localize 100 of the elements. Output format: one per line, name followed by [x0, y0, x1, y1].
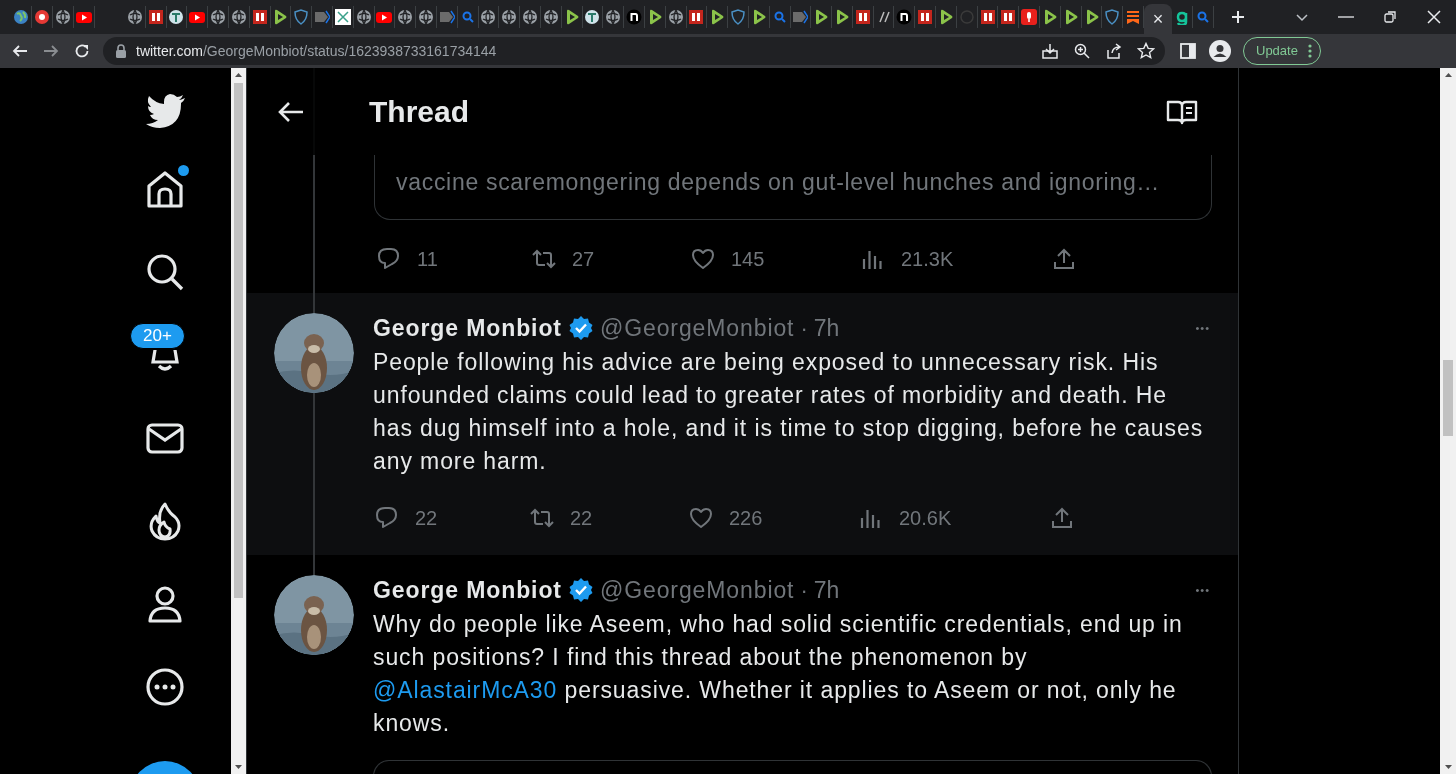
link-card[interactable]: vaccine scaremongering depends on gut-level hunches and ignoring…	[374, 155, 1212, 220]
browser-tab[interactable]	[686, 6, 708, 28]
logo-icon	[979, 9, 996, 25]
flower-icon	[34, 9, 50, 25]
browser-tab[interactable]	[332, 6, 354, 28]
browser-tab[interactable]	[894, 6, 916, 28]
action-count: 11	[417, 247, 438, 272]
faint-circle-icon	[958, 9, 975, 25]
page-title: Thread	[369, 94, 470, 130]
browser-tab[interactable]	[32, 6, 53, 28]
verified-badge-icon	[567, 577, 594, 603]
scroll-up-icon	[234, 71, 243, 80]
bookmark-icon	[1125, 9, 1142, 25]
browser-tab[interactable]	[499, 6, 521, 28]
separator-dot: ·	[800, 576, 808, 605]
tweet-time[interactable]: 7h	[813, 572, 840, 608]
nav-item[interactable]: 20+	[130, 323, 200, 375]
notification-badge: 20+	[130, 323, 185, 349]
person-icon	[145, 584, 185, 624]
action-count: 22	[415, 506, 438, 531]
minimize-icon	[1338, 16, 1354, 18]
logo-icon	[854, 9, 871, 25]
shield-icon	[730, 9, 746, 25]
new-tab-icon	[1229, 9, 1246, 25]
tag-icon	[314, 9, 331, 25]
back-arrow-icon	[277, 99, 305, 124]
globe-icon	[418, 9, 435, 25]
browser-tab[interactable]	[582, 6, 604, 28]
browser-tab[interactable]	[998, 6, 1020, 28]
home-icon	[145, 169, 185, 209]
browser-tab[interactable]	[416, 6, 437, 28]
zoom-icon	[1073, 42, 1091, 60]
tweet[interactable]	[247, 293, 1238, 555]
logo-icon	[147, 9, 164, 25]
author-handle[interactable]: @GeorgeMonbiot	[599, 572, 795, 608]
browser-tab[interactable]	[374, 6, 396, 28]
microphone-icon	[1021, 9, 1038, 25]
more-button[interactable]: •••	[1195, 581, 1210, 599]
tweet-text: People following his advice are being exposed to unnecessary risk. His unfounded claims could lead to greater rates of morbidity and death. He has dug himself into a hole, and it is time to stop digging, before he causes any more harm.	[373, 348, 1205, 476]
author-name[interactable]: George Monbiot	[373, 572, 562, 608]
browser-tab[interactable]: ×	[1144, 4, 1173, 34]
shield-icon	[293, 9, 310, 25]
profile-icon	[1209, 40, 1231, 62]
earth-icon	[13, 9, 29, 25]
tab-close-button[interactable]: ×	[1152, 10, 1164, 28]
author-name[interactable]: George Monbiot	[373, 310, 562, 346]
scrollbar[interactable]	[1440, 68, 1456, 774]
action-count: 21.3K	[901, 247, 954, 272]
link-card-description: vaccine scaremongering depends on gut-level hunches and ignoring…	[396, 167, 1161, 197]
url-text: twitter.com/GeorgeMonbiot/status/1623938733161734144	[136, 41, 497, 61]
browser-tab[interactable]	[395, 6, 417, 28]
browser-tab[interactable]	[125, 6, 146, 28]
tag-icon	[438, 9, 455, 25]
browser-tab[interactable]	[915, 6, 937, 28]
logo-icon	[917, 9, 934, 25]
separator-dot: ·	[800, 314, 808, 343]
shield-icon	[1104, 9, 1121, 25]
browser-tab[interactable]	[74, 6, 95, 28]
play-icon	[709, 9, 726, 25]
globe-icon	[667, 9, 684, 25]
tree-icon	[584, 9, 601, 25]
reload-icon	[73, 42, 91, 60]
heart-icon	[691, 247, 715, 271]
globe-icon	[55, 9, 71, 25]
address-bar[interactable]: twitter.com/GeorgeMonbiot/status/1623938733161734144	[103, 37, 1165, 65]
play-icon	[813, 9, 830, 25]
browser-tab[interactable]	[166, 6, 188, 28]
tree-icon	[168, 9, 185, 25]
bell-icon	[151, 350, 179, 372]
browser-tab[interactable]	[1019, 6, 1041, 28]
browser-tab[interactable]	[229, 6, 250, 28]
youtube-icon	[76, 9, 92, 25]
author-handle[interactable]: @GeorgeMonbiot	[599, 310, 795, 346]
browser-tab[interactable]	[208, 6, 229, 28]
scroll-up-icon	[1443, 71, 1453, 80]
tag-icon	[792, 9, 809, 25]
more-button[interactable]: •••	[1195, 319, 1210, 337]
browser-tab[interactable]	[478, 6, 500, 28]
mention-link[interactable]: @AlastairMcA30	[373, 677, 558, 703]
arch-icon	[896, 9, 913, 25]
browser-tab[interactable]	[603, 6, 625, 28]
download-icon	[1041, 42, 1059, 60]
browser-tab[interactable]	[624, 6, 645, 28]
share-icon	[1050, 506, 1074, 530]
scrollbar-thumb[interactable]	[1443, 360, 1453, 436]
lock-icon	[115, 44, 127, 58]
action-count: 226	[729, 506, 763, 531]
browser-tab[interactable]	[11, 6, 32, 28]
logo-icon	[1000, 9, 1017, 25]
browser-tab[interactable]	[53, 6, 74, 28]
action-count: 22	[570, 506, 593, 531]
scrollbar[interactable]	[231, 68, 246, 774]
scrollbar-thumb[interactable]	[234, 83, 243, 598]
kebab-icon	[1307, 44, 1312, 58]
retweet-icon	[530, 506, 554, 530]
globe-icon	[230, 9, 247, 25]
browser-tab[interactable]	[520, 6, 541, 28]
verified-badge-icon	[567, 315, 594, 341]
browser-tab[interactable]	[187, 6, 209, 28]
tweet-time[interactable]: 7h	[813, 310, 840, 346]
